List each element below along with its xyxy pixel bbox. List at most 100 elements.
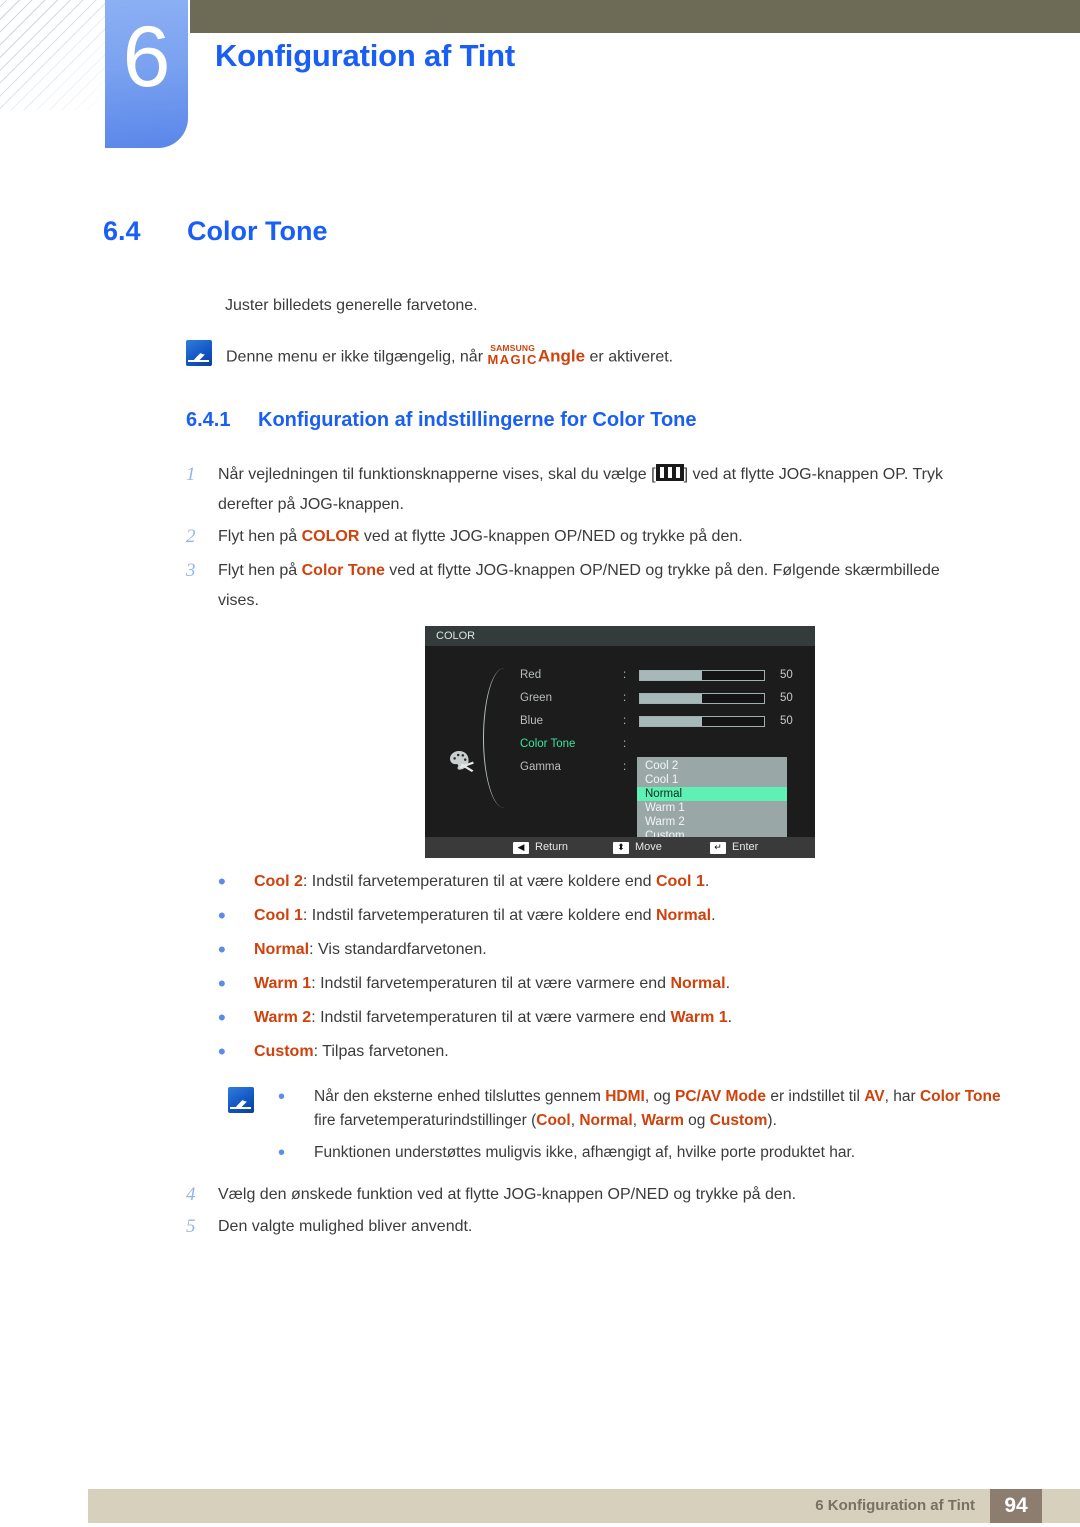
list-item: • Warm 1: Indstil farvetemperaturen til a…: [218, 972, 978, 996]
body-text: : Indstil farvetemperaturen til at være …: [311, 1009, 671, 1026]
bullet-dot-icon: •: [278, 1142, 286, 1164]
osd-footer-action[interactable]: ⬍ Move: [613, 837, 662, 858]
osd-footer-action[interactable]: ◀ Return: [513, 837, 568, 858]
highlight-term: Normal: [254, 941, 310, 958]
step-number: 1: [186, 464, 196, 485]
list-item-text: Normal: Vis standardfarvetonen.: [254, 938, 487, 962]
highlight-term: Cool: [536, 1112, 571, 1129]
step-number: 5: [186, 1216, 196, 1237]
body-text: ved at flytte JOG-knappen OP/NED og tryk…: [359, 528, 743, 545]
osd-dropdown-option[interactable]: Cool 2: [637, 759, 787, 773]
osd-slider[interactable]: [639, 670, 765, 681]
bullet-dot-icon: •: [278, 1086, 286, 1108]
body-text: fire farvetemperaturindstillinger (: [314, 1112, 537, 1129]
body-text: .: [704, 873, 710, 890]
osd-dropdown-option[interactable]: Cool 1: [637, 773, 787, 787]
body-text: : Vis standardfarvetonen.: [309, 941, 487, 958]
osd-row-colon: :: [623, 669, 627, 681]
list-item-text: Custom: Tilpas farvetonen.: [254, 1040, 449, 1064]
osd-row[interactable]: Blue: 50: [425, 710, 815, 733]
osd-slider[interactable]: [639, 716, 765, 727]
list-item: • Warm 2: Indstil farvetemperaturen til a…: [218, 1006, 978, 1030]
bullet-dot-icon: •: [218, 1039, 226, 1064]
body-text: : Indstil farvetemperaturen til at være …: [302, 873, 656, 890]
highlight-term: COLOR: [301, 528, 360, 545]
body-text: : Tilpas farvetonen.: [313, 1043, 449, 1060]
osd-row-label: Blue: [520, 715, 544, 727]
step-number: 2: [186, 526, 196, 547]
note-top: Denne menu er ikke tilgængelig, når SAMS…: [186, 340, 673, 367]
osd-footer-key-icon: ◀: [513, 841, 529, 854]
subsection-title: Konfiguration af indstillingerne for Col…: [258, 409, 697, 431]
body-text: .: [727, 1009, 733, 1026]
osd-row-colon: :: [623, 738, 627, 750]
highlight-term: Warm 2: [254, 1009, 312, 1026]
osd-dropdown-option[interactable]: Warm 2: [637, 815, 787, 829]
section-lead-text: Juster billedets generelle farvetone.: [225, 297, 478, 314]
note-top-text-after: er aktiveret.: [589, 348, 674, 366]
step-item: 3 Flyt hen på Color Tone ved at flytte JO…: [186, 556, 946, 616]
osd-dropdown-list[interactable]: Cool 2 Cool 1 Normal Warm 1 Warm 2 Custom: [637, 757, 787, 846]
list-item-text: Cool 2: Indstil farvetemperaturen til at…: [254, 870, 709, 894]
highlight-term: Warm 1: [254, 975, 312, 992]
osd-row-colon: :: [623, 761, 627, 773]
bullet-dot-icon: •: [218, 937, 226, 962]
bullet-dot-icon: •: [218, 971, 226, 996]
highlight-term: Normal: [655, 907, 712, 924]
chapter-tab: 6: [105, 0, 188, 148]
body-text: : Indstil farvetemperaturen til at være …: [311, 975, 671, 992]
note-list-item: • Når den eksterne enhed tilsluttes genne…: [278, 1085, 1018, 1133]
body-text: er indstillet til: [766, 1088, 865, 1105]
footer-text: 6 Konfiguration af Tint: [815, 1497, 975, 1514]
highlight-term: Warm 1: [670, 1009, 728, 1026]
step-body: Den valgte mulighed bliver anvendt.: [218, 1212, 946, 1242]
osd-row[interactable]: Green: 50: [425, 687, 815, 710]
header-olive-bar: [190, 0, 1080, 33]
osd-footer-label: Move: [635, 841, 662, 853]
samsung-magic-logo: SAMSUNG MAGIC: [487, 344, 537, 366]
highlight-term: Cool 2: [254, 873, 303, 890]
step-item: 5 Den valgte mulighed bliver anvendt.: [186, 1212, 946, 1242]
highlight-term: Color Tone: [301, 562, 385, 579]
osd-row[interactable]: Color Tone:: [425, 733, 815, 756]
highlight-term: Normal: [670, 975, 726, 992]
highlight-term: Cool 1: [254, 907, 303, 924]
osd-title: COLOR: [425, 626, 815, 646]
note-bottom-list: • Når den eksterne enhed tilsluttes genne…: [278, 1085, 1018, 1173]
footer-page-number: 94: [990, 1489, 1042, 1523]
highlight-term: Custom: [254, 1043, 314, 1060]
highlight-term: Custom: [709, 1112, 768, 1129]
step-item: 1 Når vejledningen til funktionsknapperne…: [186, 460, 986, 520]
list-item: • Normal: Vis standardfarvetonen.: [218, 938, 978, 962]
osd-slider-fill: [640, 717, 702, 726]
osd-slider-fill: [640, 671, 702, 680]
osd-footer-bar: ◀ Return ⬍ Move ↵ Enter: [425, 837, 815, 858]
highlight-term: PC/AV Mode: [675, 1088, 767, 1105]
osd-row-label: Green: [520, 692, 552, 704]
osd-row-value: 50: [780, 692, 793, 704]
magic-angle-word: Angle: [537, 346, 586, 366]
bullet-dot-icon: •: [218, 869, 226, 894]
jog-guide-icon: [655, 464, 684, 481]
highlight-term: HDMI: [605, 1088, 645, 1105]
osd-dropdown-option[interactable]: Normal: [637, 787, 787, 801]
step-body: Vælg den ønskede funktion ved at flytte …: [218, 1180, 946, 1210]
body-text: .: [725, 975, 731, 992]
osd-slider[interactable]: [639, 693, 765, 704]
magic-logo-bottom: MAGIC: [487, 351, 538, 367]
osd-dropdown-option[interactable]: Warm 1: [637, 801, 787, 815]
osd-row[interactable]: Red: 50: [425, 664, 815, 687]
osd-footer-action[interactable]: ↵ Enter: [710, 837, 758, 858]
body-text: og: [683, 1112, 710, 1129]
highlight-term: Warm: [641, 1112, 684, 1129]
osd-footer-label: Return: [535, 841, 569, 853]
note-pen-icon: [228, 1087, 254, 1113]
note-bottom-icon-wrap: [228, 1085, 278, 1173]
note-top-text-before: Denne menu er ikke tilgængelig, når: [226, 348, 484, 366]
osd-row-label: Gamma: [520, 761, 561, 773]
step-item: 2 Flyt hen på COLOR ved at flytte JOG-kna…: [186, 522, 986, 552]
highlight-term: Color Tone: [919, 1088, 1001, 1105]
list-item: • Cool 2: Indstil farvetemperaturen til a…: [218, 870, 978, 894]
osd-footer-label: Enter: [732, 841, 759, 853]
bullet-dot-icon: •: [218, 1005, 226, 1030]
